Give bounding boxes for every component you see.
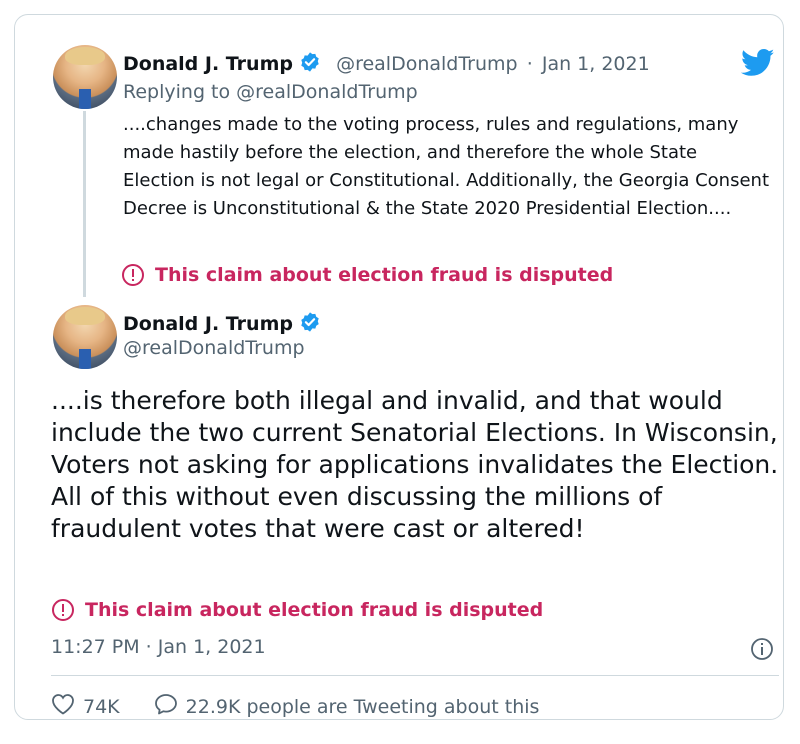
dispute-label: This claim about election fraud is dispu… [85, 599, 544, 621]
separator: · [526, 53, 533, 75]
verified-badge-icon [299, 311, 321, 337]
tweet2-header: Donald J. Trump [123, 311, 321, 337]
author-handle[interactable]: @realDonaldTrump [123, 337, 305, 359]
dispute-notice[interactable]: This claim about election fraud is dispu… [51, 598, 543, 622]
like-button[interactable]: 74K [51, 693, 120, 720]
dispute-notice[interactable]: This claim about election fraud is dispu… [121, 263, 613, 287]
conversation-count: 22.9K people are Tweeting about this [185, 695, 540, 718]
tweet-date[interactable]: Jan 1, 2021 [542, 53, 650, 75]
replying-to[interactable]: Replying to @realDonaldTrump [123, 81, 418, 103]
dispute-label: This claim about election fraud is dispu… [155, 264, 614, 286]
tweet-actions: 74K 22.9K people are Tweeting about this [51, 693, 573, 720]
tweet1-text: ....changes made to the voting process, … [123, 114, 770, 219]
tweet2-text: ....is therefore both illegal and invali… [51, 386, 779, 543]
divider [51, 675, 779, 676]
info-icon[interactable] [750, 637, 774, 665]
speech-bubble-icon [154, 693, 178, 720]
tweet-embed-card: Donald J. Trump @realDonaldTrump · Jan 1… [14, 14, 784, 720]
author-handle[interactable]: @realDonaldTrump [336, 53, 518, 75]
twitter-bird-icon[interactable] [740, 49, 775, 81]
exclamation-circle-icon [121, 263, 145, 287]
avatar[interactable] [53, 45, 117, 109]
author-name[interactable]: Donald J. Trump [123, 53, 293, 75]
thread-connector-line [83, 111, 86, 297]
tweet-timestamp[interactable]: 11:27 PM · Jan 1, 2021 [51, 636, 266, 658]
tweet1-header: Donald J. Trump @realDonaldTrump · Jan 1… [123, 51, 650, 77]
exclamation-circle-icon [51, 598, 75, 622]
author-name[interactable]: Donald J. Trump [123, 313, 293, 335]
avatar[interactable] [53, 305, 117, 369]
heart-icon [51, 693, 75, 720]
like-count: 74K [83, 695, 120, 718]
conversation-button[interactable]: 22.9K people are Tweeting about this [154, 693, 540, 720]
verified-badge-icon [299, 51, 321, 77]
